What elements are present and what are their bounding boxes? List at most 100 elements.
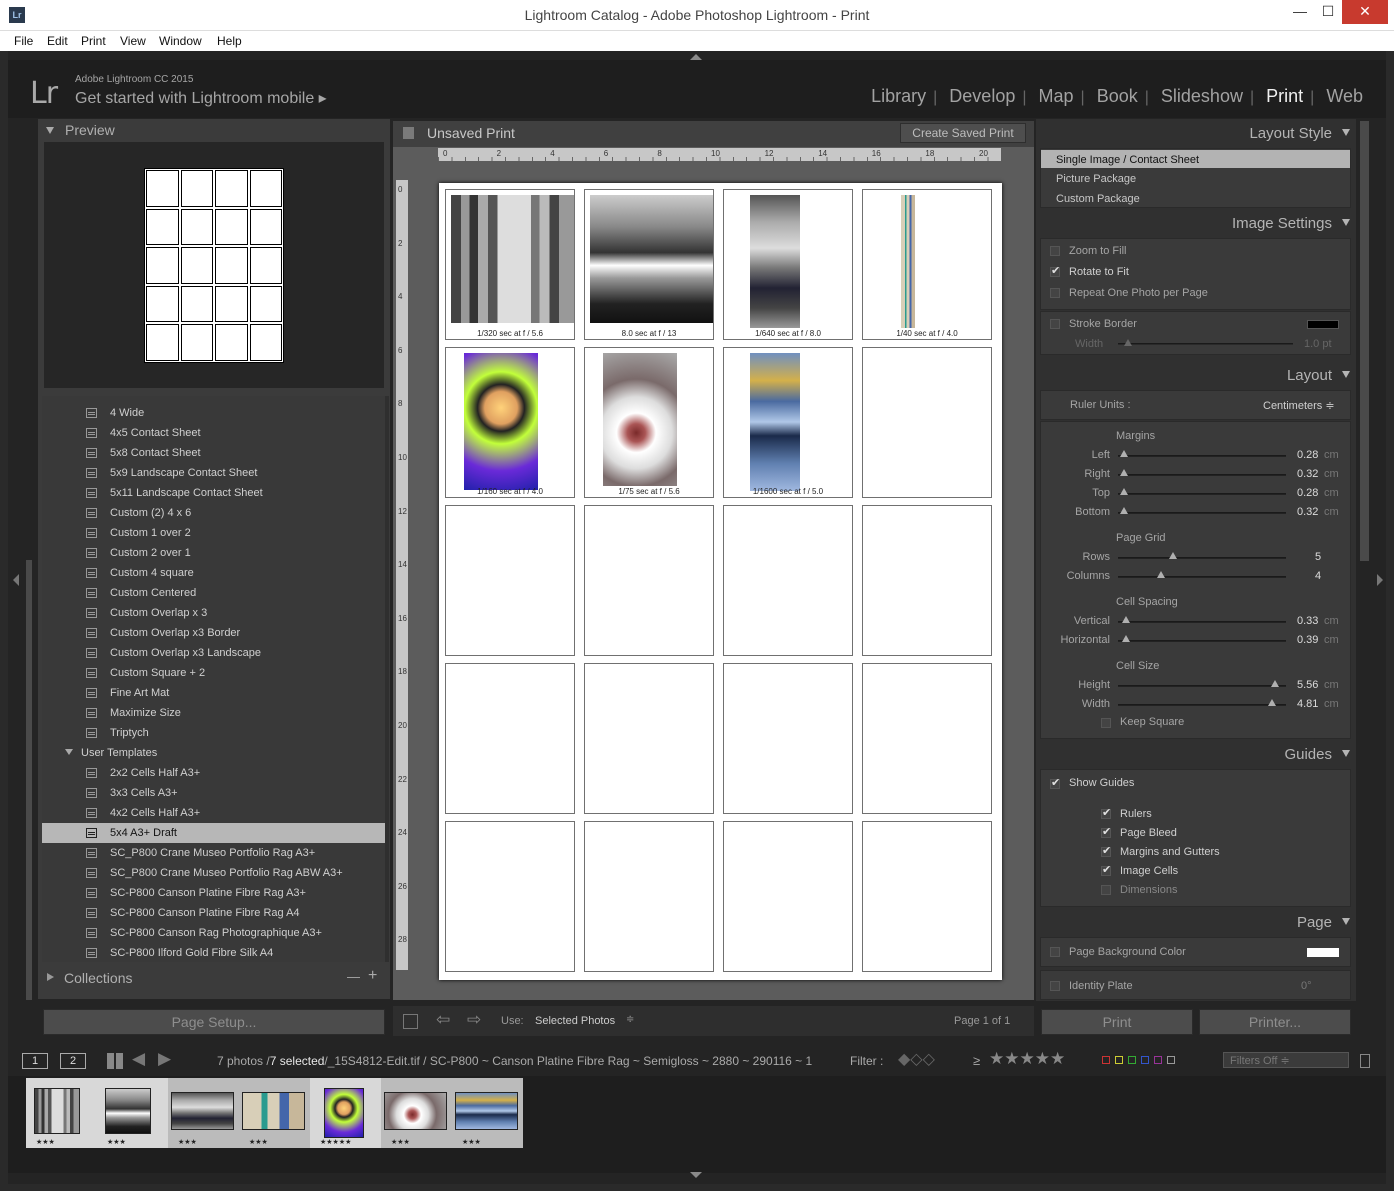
rating-filter-stars[interactable]: ★★★★★ (989, 1049, 1065, 1069)
menu-window[interactable]: Window (159, 34, 202, 48)
stroke-width-slider[interactable] (1118, 343, 1293, 345)
collapse-right-panel-icon[interactable] (1377, 574, 1383, 586)
template-item[interactable]: 4 Wide (42, 403, 385, 423)
style-custom-package[interactable]: Custom Package (1056, 193, 1140, 205)
photo-landscape[interactable] (750, 195, 800, 328)
photo-dog[interactable] (451, 195, 574, 323)
grid-columns-slider-thumb[interactable] (1156, 571, 1165, 578)
zoom-to-fill-checkbox[interactable] (1050, 246, 1060, 256)
template-item[interactable]: SC-P800 Canson Platine Fibre Rag A3+ (42, 883, 385, 903)
rotate-to-fit-checkbox[interactable] (1050, 264, 1060, 277)
triangle-down-icon[interactable] (65, 749, 73, 755)
menu-help[interactable]: Help (217, 34, 242, 48)
image-cell[interactable]: 1/75 sec at f / 5.6 (584, 347, 714, 498)
previous-page-icon[interactable]: ⇦ (436, 1010, 450, 1030)
template-item[interactable]: Custom Overlap x3 Landscape (42, 643, 385, 663)
use-select[interactable]: Selected Photos (535, 1015, 615, 1027)
photo-guitarist[interactable] (464, 353, 538, 490)
menu-file[interactable]: File (14, 34, 33, 48)
template-item[interactable]: 2x2 Cells Half A3+ (42, 763, 385, 783)
template-item[interactable]: 4x2 Cells Half A3+ (42, 803, 385, 823)
template-item[interactable]: 5x8 Contact Sheet (42, 443, 385, 463)
image-cell[interactable] (584, 663, 714, 814)
template-item[interactable]: 4x5 Contact Sheet (42, 423, 385, 443)
ruler-units-select[interactable]: Centimeters ≑ (1263, 399, 1335, 412)
page-bg-checkbox[interactable] (1050, 947, 1060, 957)
margin-bottom-slider-thumb[interactable] (1120, 507, 1128, 514)
template-item[interactable]: Fine Art Mat (42, 683, 385, 703)
image-cell[interactable] (584, 821, 714, 972)
template-item[interactable]: Triptych (42, 723, 385, 743)
flag-filter-icon[interactable]: ◆◇◇ (898, 1049, 935, 1069)
identity-plate-checkbox[interactable] (1050, 981, 1060, 991)
photo-car[interactable] (901, 195, 915, 328)
guide-4-checkbox[interactable] (1101, 885, 1111, 895)
filter-preset-select[interactable]: Filters Off ≑ (1223, 1052, 1349, 1068)
left-scrollbar[interactable] (26, 560, 32, 1000)
screen-1-button[interactable]: 1 (22, 1053, 48, 1069)
module-map[interactable]: Map (1032, 86, 1081, 107)
grid-rows-slider[interactable] (1118, 557, 1286, 559)
template-item[interactable]: Custom Overlap x 3 (42, 603, 385, 623)
template-folder[interactable]: User Templates (42, 743, 385, 763)
page-header[interactable]: Page (1040, 914, 1350, 936)
margin-right-slider-thumb[interactable] (1120, 469, 1128, 476)
keep-square-checkbox[interactable] (1101, 718, 1111, 728)
create-saved-print-button[interactable]: Create Saved Print (900, 123, 1026, 143)
filmstrip-thumbnail[interactable]: ★★★ (26, 1078, 97, 1148)
grid-columns-slider[interactable] (1118, 576, 1286, 578)
module-web[interactable]: Web (1319, 86, 1370, 107)
guide-2-checkbox[interactable] (1101, 844, 1111, 857)
spacing-vertical-slider-thumb[interactable] (1121, 616, 1130, 623)
next-page-icon[interactable]: ⇨ (467, 1010, 481, 1030)
page-setup-button[interactable]: Page Setup... (43, 1009, 385, 1035)
margin-top-slider-thumb[interactable] (1120, 488, 1128, 495)
template-item[interactable]: 5x11 Landscape Contact Sheet (42, 483, 385, 503)
print-button[interactable]: Print (1041, 1009, 1193, 1035)
filmstrip-thumbnail[interactable]: ★★★ (97, 1078, 168, 1148)
menu-edit[interactable]: Edit (47, 34, 68, 48)
image-cell[interactable] (723, 821, 853, 972)
cellsize-width-slider-thumb[interactable] (1267, 699, 1276, 706)
guide-0-checkbox[interactable] (1101, 806, 1111, 819)
template-item[interactable]: SC_P800 Crane Museo Portfolio Rag ABW A3… (42, 863, 385, 883)
cellsize-width-slider[interactable] (1118, 704, 1286, 706)
spacing-vertical-slider[interactable] (1118, 621, 1286, 623)
stroke-border-checkbox[interactable] (1050, 319, 1060, 329)
template-item[interactable]: SC_P800 Crane Museo Portfolio Rag A3+ (42, 843, 385, 863)
stop-icon[interactable] (403, 1014, 418, 1029)
template-item[interactable]: Custom 4 square (42, 563, 385, 583)
image-cell[interactable] (445, 663, 575, 814)
image-cell[interactable]: 1/40 sec at f / 4.0 (862, 189, 992, 340)
template-item[interactable]: Maximize Size (42, 703, 385, 723)
template-item[interactable]: 3x3 Cells A3+ (42, 783, 385, 803)
menu-view[interactable]: View (120, 34, 146, 48)
stroke-color-swatch[interactable] (1307, 320, 1339, 329)
module-print[interactable]: Print (1259, 86, 1310, 107)
back-arrow-icon[interactable]: ◀ (132, 1049, 145, 1069)
margin-left-slider[interactable] (1118, 455, 1286, 457)
module-book[interactable]: Book (1090, 86, 1145, 107)
template-item[interactable]: SC-P800 Canson Platine Fibre Rag A4 (42, 903, 385, 923)
photo-waterfall[interactable] (590, 195, 713, 323)
stroke-width-thumb[interactable] (1124, 339, 1132, 346)
template-item[interactable]: Custom 2 over 1 (42, 543, 385, 563)
spacing-horizontal-slider-thumb[interactable] (1121, 635, 1130, 642)
printer-button[interactable]: Printer... (1199, 1009, 1351, 1035)
margin-top-slider[interactable] (1118, 493, 1286, 495)
image-cell[interactable] (862, 347, 992, 498)
repeat-one-photo-checkbox[interactable] (1050, 288, 1060, 298)
cellsize-height-slider[interactable] (1118, 685, 1286, 687)
photo-bird[interactable] (750, 353, 800, 491)
image-cell[interactable] (723, 505, 853, 656)
layout-header[interactable]: Layout (1040, 367, 1350, 389)
margin-left-slider-thumb[interactable] (1120, 450, 1128, 457)
add-collection-button[interactable]: + (368, 967, 377, 985)
template-item[interactable]: SC-P800 Canson Rag Photographique A3+ (42, 923, 385, 943)
show-filmstrip-icon[interactable] (690, 1172, 702, 1178)
image-cell[interactable] (445, 821, 575, 972)
margin-bottom-slider[interactable] (1118, 512, 1286, 514)
image-cell[interactable]: 1/160 sec at f / 4.0 (445, 347, 575, 498)
forward-arrow-icon[interactable]: ▶ (158, 1049, 171, 1069)
filmstrip-thumbnail[interactable]: ★★★ (381, 1078, 452, 1148)
